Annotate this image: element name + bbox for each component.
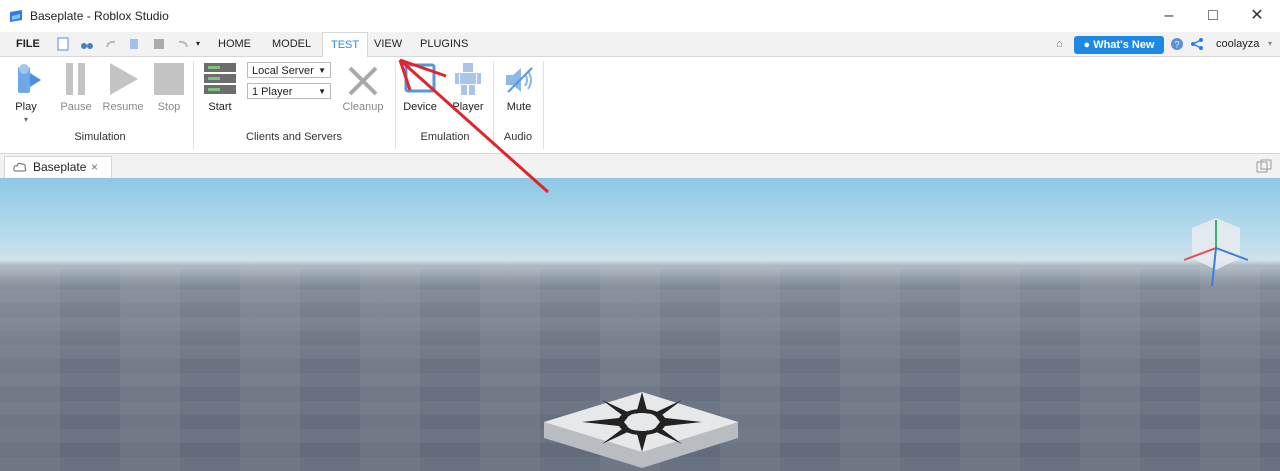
resume-button[interactable]: Resume [100,61,146,121]
quick-access-dropdown-icon[interactable]: ▾ [196,32,200,56]
player-label: Player [452,101,484,113]
start-label: Start [208,101,232,113]
cleanup-button[interactable]: Cleanup [338,61,388,121]
group-divider [543,61,544,149]
cloud-icon [13,162,27,172]
view-selector-cube-icon[interactable] [1176,214,1256,290]
ribbon: Play ▾ Pause Resume Stop Simulation Star… [0,57,1280,154]
tab-test[interactable]: TEST [322,32,369,58]
server-select-value: Local Server [252,65,314,77]
file-menu[interactable]: FILE [16,32,40,56]
tab-baseplate[interactable]: Baseplate × [4,156,112,178]
group-divider [493,61,494,149]
redo-icon[interactable] [104,37,118,51]
simulation-group-label: Simulation [74,131,126,143]
3d-viewport[interactable] [0,178,1280,471]
chevron-down-icon: ▼ [318,87,326,96]
stop-label: Stop [157,101,181,113]
play-dropdown-icon[interactable]: ▾ [10,115,42,124]
group-divider [193,61,194,149]
roblox-studio-icon [10,10,22,22]
player-avatar-icon [455,63,481,95]
tab-model[interactable]: MODEL [272,32,311,56]
mute-button[interactable]: Mute [500,61,538,121]
device-label: Device [403,101,437,113]
server-icon [204,63,236,94]
chevron-down-icon: ▼ [318,66,326,75]
resume-icon [110,63,138,95]
help-icon[interactable]: ? [1170,37,1184,51]
stop-icon [154,63,184,95]
tab-close-icon[interactable]: × [91,157,98,177]
document-tab-bar: Baseplate × [0,154,1280,179]
players-select-value: 1 Player [252,86,293,98]
restore-panel-icon[interactable] [1256,159,1272,173]
minimize-button[interactable]: – [1146,4,1192,28]
play-icon [18,64,41,93]
pause-button[interactable]: Pause [58,61,94,121]
players-select[interactable]: 1 Player ▼ [247,83,331,99]
start-button[interactable]: Start [200,61,240,121]
clients-servers-group-label: Clients and Servers [246,131,342,143]
binoculars-icon[interactable] [80,37,94,51]
whats-new-button[interactable]: ● What's New [1074,36,1164,54]
resume-label: Resume [102,101,144,113]
user-dropdown-icon[interactable]: ▾ [1268,32,1272,56]
group-divider [395,61,396,149]
undo-icon[interactable] [176,37,190,51]
cleanup-label: Cleanup [342,101,384,113]
device-button[interactable]: Device [400,61,440,121]
tab-plugins[interactable]: PLUGINS [420,32,468,56]
stop-quick-icon[interactable] [152,37,166,51]
device-icon [404,63,436,93]
play-button[interactable]: Play ▾ [10,61,42,131]
share-icon[interactable] [1190,37,1204,51]
tab-view[interactable]: VIEW [374,32,402,56]
tab-baseplate-label: Baseplate [33,160,87,174]
play-quick-icon[interactable] [128,37,142,51]
new-file-icon[interactable] [56,37,70,51]
pause-icon [66,63,85,95]
maximize-button[interactable]: □ [1190,4,1236,28]
spawn-location-pad[interactable] [542,388,740,471]
close-button[interactable]: ✕ [1234,4,1280,28]
svg-text:?: ? [1174,40,1179,50]
pause-label: Pause [60,101,92,113]
player-button[interactable]: Player [448,61,488,121]
stop-button[interactable]: Stop [152,61,186,121]
play-label: Play [15,101,37,113]
collapse-ribbon-icon[interactable]: ⌂ [1056,32,1063,56]
title-bar: Baseplate - Roblox Studio – □ ✕ [0,0,1280,32]
mute-label: Mute [506,101,532,113]
tab-home[interactable]: HOME [218,32,251,56]
window-title: Baseplate - Roblox Studio [30,9,169,23]
cleanup-x-icon [348,66,378,96]
username[interactable]: coolayza [1216,32,1259,56]
speaker-icon [506,67,533,93]
emulation-group-label: Emulation [420,131,470,143]
server-select[interactable]: Local Server ▼ [247,62,331,78]
audio-group-label: Audio [503,131,533,143]
